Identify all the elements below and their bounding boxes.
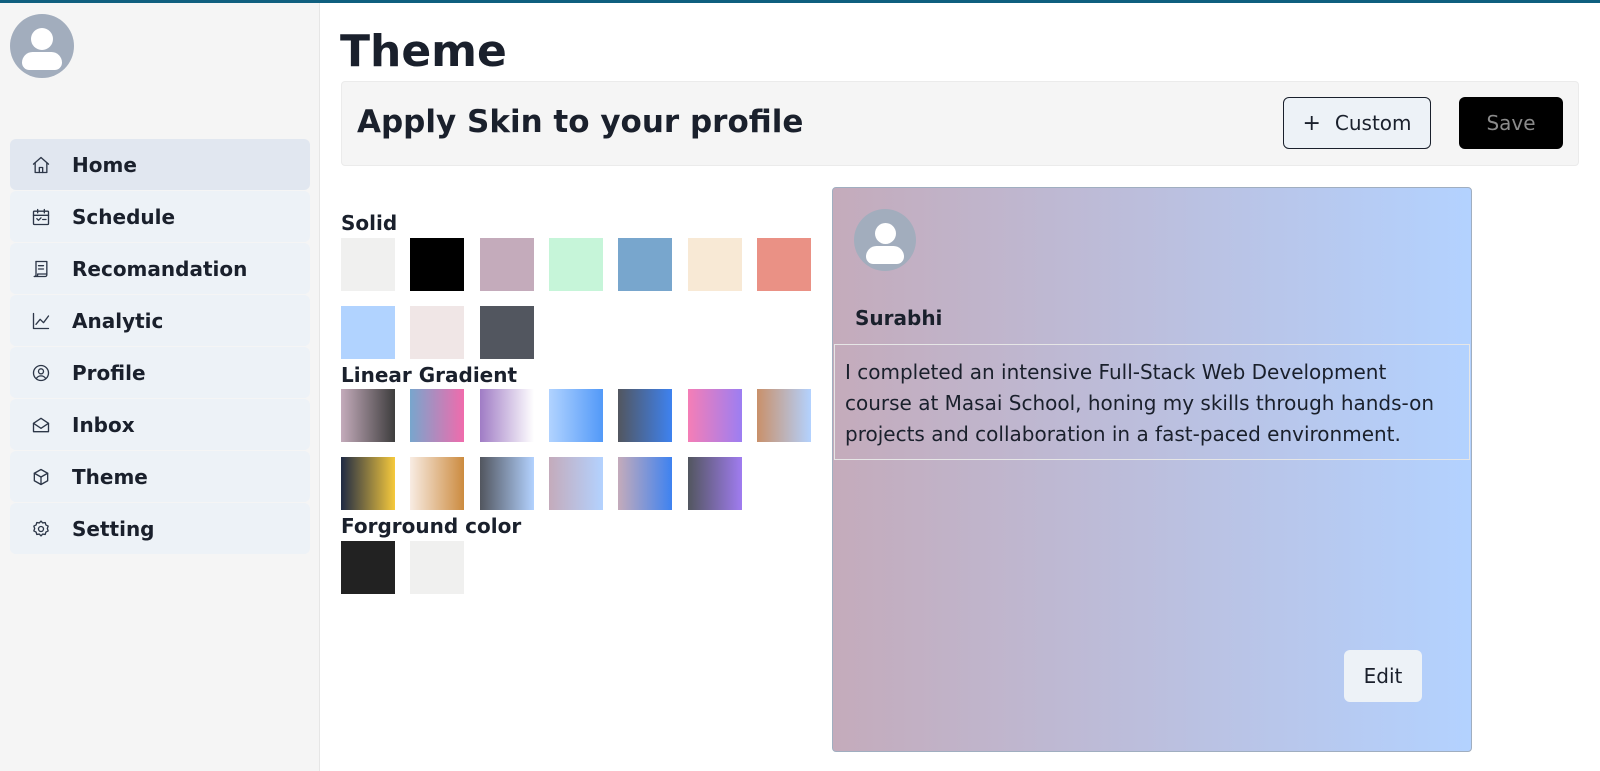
solid-color-swatch[interactable]: [479, 306, 534, 359]
sidebar-item-label: Profile: [72, 360, 146, 385]
sidebar-item-label: Home: [72, 152, 137, 177]
home-icon: [30, 154, 52, 176]
sidebar-item-analytic[interactable]: Analytic: [10, 295, 310, 346]
gradient-swatch[interactable]: [756, 389, 811, 442]
sidebar-item-theme[interactable]: Theme: [10, 451, 310, 502]
mail-icon: [30, 414, 52, 436]
preview-avatar-head: [874, 223, 896, 244]
gradient-swatch[interactable]: [548, 457, 603, 510]
gradient-swatch[interactable]: [618, 389, 673, 442]
solid-section-label: Solid: [341, 211, 398, 235]
sidebar-item-label: Recomandation: [72, 256, 248, 281]
edit-button[interactable]: Edit: [1344, 650, 1422, 702]
avatar[interactable]: [10, 14, 74, 78]
foreground-color-swatch[interactable]: [341, 541, 395, 594]
sidebar-item-schedule[interactable]: Schedule: [10, 191, 310, 242]
gear-icon: [30, 518, 52, 540]
solid-color-swatch[interactable]: [479, 238, 534, 291]
sidebar-item-inbox[interactable]: Inbox: [10, 399, 310, 450]
foreground-color-swatch[interactable]: [410, 541, 465, 594]
foreground-section-label: Forground color: [341, 514, 522, 538]
skin-header: Apply Skin to your profile + Custom Save: [341, 81, 1579, 166]
sidebar-item-label: Theme: [72, 464, 148, 489]
gradient-section-label: Linear Gradient: [341, 363, 518, 387]
gradient-swatch[interactable]: [479, 389, 534, 442]
gradient-swatch[interactable]: [410, 457, 465, 510]
page-title: Theme: [340, 26, 507, 77]
solid-color-swatch[interactable]: [410, 306, 465, 359]
solid-color-swatch[interactable]: [548, 238, 603, 291]
sidebar-item-setting[interactable]: Setting: [10, 503, 310, 554]
gradient-swatch[interactable]: [687, 457, 742, 510]
preview-avatar-body: [866, 246, 904, 264]
sidebar: Home Schedule Recomandation Analytic Pro…: [0, 3, 320, 771]
solid-color-swatch[interactable]: [341, 238, 395, 291]
gradient-swatch[interactable]: [341, 457, 395, 510]
line-chart-icon: [30, 310, 52, 332]
save-button[interactable]: Save: [1459, 97, 1563, 149]
preview-bio[interactable]: I completed an intensive Full-Stack Web …: [834, 344, 1470, 460]
preview-avatar: [854, 209, 916, 271]
avatar-head: [31, 28, 53, 50]
custom-button[interactable]: + Custom: [1283, 97, 1431, 149]
skin-header-title: Apply Skin to your profile: [357, 104, 804, 140]
solid-color-swatch[interactable]: [687, 238, 742, 291]
sidebar-item-home[interactable]: Home: [10, 139, 310, 190]
gradient-swatch[interactable]: [618, 457, 673, 510]
user-circle-icon: [30, 362, 52, 384]
plus-icon: +: [1302, 110, 1321, 136]
gradient-swatch[interactable]: [548, 389, 603, 442]
gradient-swatch[interactable]: [341, 389, 395, 442]
custom-button-label: Custom: [1334, 111, 1412, 135]
sidebar-item-label: Analytic: [72, 308, 164, 333]
preview-name: Surabhi: [855, 306, 943, 330]
cube-icon: [30, 466, 52, 488]
calendar-icon: [30, 206, 52, 228]
sidebar-item-recomandation[interactable]: Recomandation: [10, 243, 310, 294]
profile-preview-card: Surabhi I completed an intensive Full-St…: [832, 187, 1472, 752]
solid-color-swatch[interactable]: [341, 306, 395, 359]
gradient-swatch[interactable]: [479, 457, 534, 510]
sidebar-item-label: Inbox: [72, 412, 135, 437]
solid-color-swatch[interactable]: [756, 238, 811, 291]
avatar-body: [22, 52, 62, 70]
scroll-icon: [30, 258, 52, 280]
gradient-swatch[interactable]: [687, 389, 742, 442]
gradient-swatch[interactable]: [410, 389, 465, 442]
sidebar-item-profile[interactable]: Profile: [10, 347, 310, 398]
solid-color-swatch[interactable]: [618, 238, 673, 291]
sidebar-nav: Home Schedule Recomandation Analytic Pro…: [10, 139, 310, 555]
solid-color-swatch[interactable]: [410, 238, 465, 291]
sidebar-item-label: Setting: [72, 516, 155, 541]
sidebar-item-label: Schedule: [72, 204, 176, 229]
